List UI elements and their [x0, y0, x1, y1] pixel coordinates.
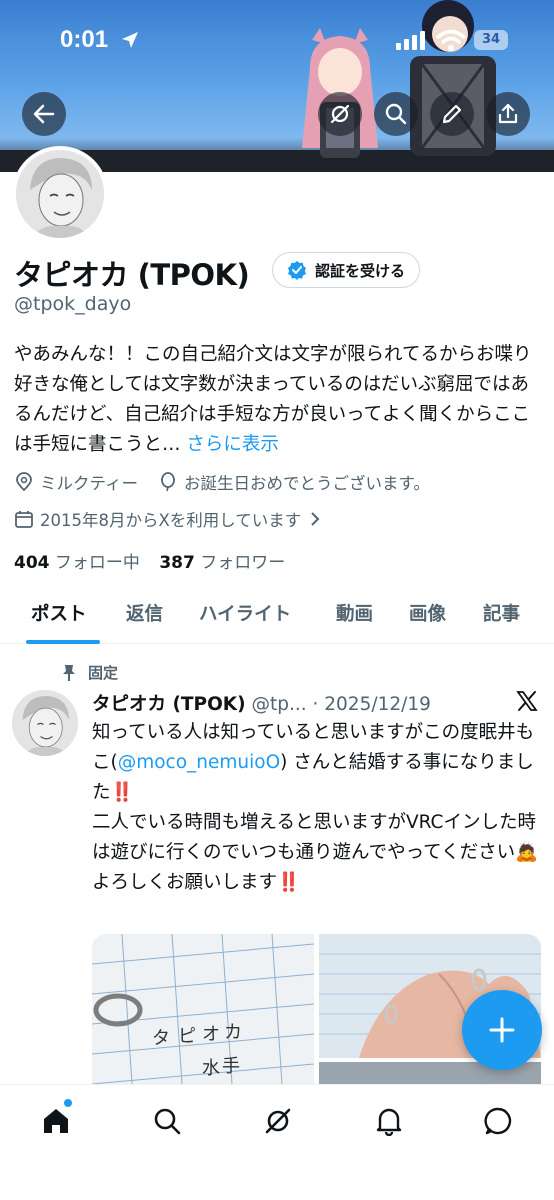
- calendar-icon: [14, 509, 34, 529]
- bottom-navigation: [0, 1084, 554, 1200]
- profile-bio: やあみんな！！この自己紹介文は文字が限られてるからお喋り好きな俺としては文字数が…: [14, 340, 544, 460]
- pin-icon: [63, 664, 75, 681]
- pinned-indicator: 固定: [62, 662, 118, 683]
- tab-media[interactable]: 画像: [409, 600, 446, 626]
- profile-location: ミルクティー: [40, 474, 139, 493]
- profile-name: タピオカ (TPOK): [14, 258, 250, 292]
- post-text-line4: よろしくお願いします: [92, 872, 278, 893]
- home-icon: [44, 1109, 68, 1133]
- following-label: フォロー中: [54, 553, 140, 573]
- avatar-sketch-image: [16, 150, 104, 238]
- followers-label: フォロワー: [200, 553, 286, 573]
- back-arrow-icon: [33, 104, 55, 124]
- follow-stats: 404 フォロー中 387 フォロワー: [14, 548, 285, 573]
- chevron-right-icon: [309, 511, 321, 527]
- get-verified-button[interactable]: 認証を受ける: [272, 252, 421, 288]
- nav-home[interactable]: [36, 1099, 76, 1141]
- profile-tabs: ポスト 返信 ハイライト 動画 画像 記事: [0, 594, 554, 644]
- svg-text:ピ: ピ: [178, 1026, 196, 1047]
- pinned-label: 固定: [88, 664, 119, 682]
- edit-icon: [442, 104, 462, 124]
- tab-articles[interactable]: 記事: [483, 600, 520, 626]
- followers-link[interactable]: 387 フォロワー: [159, 553, 285, 573]
- active-tab-indicator: [26, 640, 100, 644]
- verified-badge-icon: [288, 261, 306, 280]
- nav-search[interactable]: [147, 1101, 187, 1141]
- grok-icon: [265, 1108, 291, 1134]
- post-handle-date: @tp... · 2025/12/19: [251, 694, 431, 715]
- profile-joined-date: 2015年8月からXを利用しています: [40, 511, 302, 530]
- bangbang-emoji: ‼️: [277, 872, 301, 893]
- grok-button[interactable]: [318, 92, 362, 136]
- svg-text:カ: カ: [224, 1022, 242, 1043]
- plus-icon: [489, 1017, 515, 1043]
- profile-birthday: お誕生日おめでとうございます。: [184, 474, 430, 493]
- edit-button[interactable]: [430, 92, 474, 136]
- post-text-line3: 二人でいる時間も増えると思いますがVRCインした時は遊びに行くのでいつも通り遊ん…: [92, 812, 536, 863]
- back-button[interactable]: [22, 92, 66, 136]
- marriage-document-photo: タピオカ 水手: [92, 934, 314, 1084]
- nav-messages[interactable]: [478, 1101, 518, 1141]
- search-icon: [385, 103, 407, 125]
- tab-videos[interactable]: 動画: [336, 600, 373, 626]
- post-image-document[interactable]: タピオカ 水手: [92, 934, 314, 1084]
- avatar-sketch-image: [12, 690, 78, 756]
- profile-handle: @tpok_dayo: [14, 293, 132, 315]
- profile-banner[interactable]: 0:01 34: [0, 0, 554, 172]
- following-count: 404: [14, 553, 50, 573]
- tab-replies[interactable]: 返信: [126, 600, 163, 626]
- bangbang-emoji: ‼️: [110, 782, 134, 803]
- search-icon: [154, 1108, 181, 1135]
- search-button[interactable]: [374, 92, 418, 136]
- post-author-avatar[interactable]: [12, 690, 78, 756]
- following-link[interactable]: 404 フォロー中: [14, 553, 140, 573]
- profile-joined-row[interactable]: 2015年8月からXを利用しています: [14, 507, 327, 531]
- svg-text:水: 水: [202, 1058, 220, 1079]
- followers-count: 387: [159, 553, 195, 573]
- status-time: 0:01: [60, 26, 109, 53]
- signal-icon: [396, 31, 425, 50]
- post-author-name[interactable]: タピオカ (TPOK): [92, 694, 246, 715]
- svg-text:タ: タ: [152, 1028, 170, 1049]
- svg-text:手: 手: [222, 1056, 240, 1077]
- status-bar: 0:01 34: [0, 22, 554, 62]
- bow-emoji: 🙇: [515, 842, 539, 863]
- tab-posts[interactable]: ポスト: [31, 600, 87, 626]
- profile-meta-row: ミルクティー お誕生日おめでとうございます。: [14, 470, 430, 494]
- x-logo-icon: [516, 691, 538, 711]
- get-verified-label: 認証を受ける: [315, 261, 406, 280]
- messages-icon: [484, 1107, 512, 1135]
- profile-avatar[interactable]: [12, 146, 108, 242]
- wifi-icon: [436, 29, 466, 51]
- bio-show-more-link[interactable]: さらに表示: [186, 434, 279, 455]
- balloon-icon: [158, 472, 178, 492]
- notification-bell-icon: [376, 1108, 402, 1136]
- nav-grok[interactable]: [258, 1101, 298, 1141]
- tab-highlights[interactable]: ハイライト: [199, 600, 291, 626]
- post-header: タピオカ (TPOK) @tp... · 2025/12/19: [92, 690, 431, 716]
- compose-post-button[interactable]: [462, 990, 542, 1070]
- post-body: 知っている人は知っていると思いますがこの度眠井もこ(@moco_nemuioO)…: [92, 718, 548, 898]
- battery-indicator: 34: [474, 30, 508, 50]
- location-icon: [14, 472, 34, 492]
- location-arrow-icon: [122, 32, 138, 48]
- post-mention-link[interactable]: @moco_nemuioO: [118, 752, 280, 773]
- share-icon: [498, 103, 518, 124]
- share-button[interactable]: [486, 92, 530, 136]
- nav-notifications[interactable]: [369, 1101, 409, 1141]
- grok-icon: [330, 104, 350, 124]
- home-unread-dot: [64, 1099, 72, 1107]
- svg-text:オ: オ: [202, 1024, 220, 1045]
